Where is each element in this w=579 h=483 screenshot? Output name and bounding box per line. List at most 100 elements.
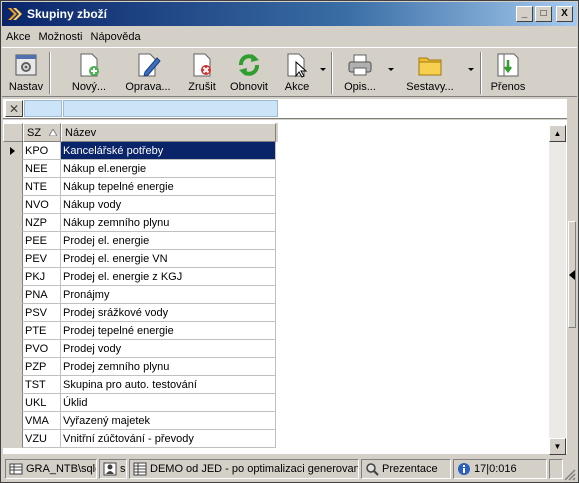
row-indicator[interactable] (3, 376, 23, 394)
table-row[interactable]: NEE Nákup el.energie (3, 160, 278, 178)
scroll-up-button[interactable]: ▲ (549, 125, 566, 142)
cell-name[interactable]: Nákup tepelné energie (61, 178, 276, 196)
cell-sz[interactable]: PZP (23, 358, 61, 376)
cell-name[interactable]: Prodej zemního plynu (61, 358, 276, 376)
table-row[interactable]: VMA Vyřazený majetek (3, 412, 278, 430)
new-button[interactable]: Nový... (67, 50, 111, 96)
table-row[interactable]: PVO Prodej vody (3, 340, 278, 358)
row-indicator[interactable] (3, 142, 23, 160)
menu-moznosti[interactable]: Možnosti (34, 31, 86, 43)
cell-sz[interactable]: PSV (23, 304, 61, 322)
row-indicator[interactable] (3, 394, 23, 412)
cell-name[interactable]: Prodej tepelné energie (61, 322, 276, 340)
cell-name[interactable]: Nákup vody (61, 196, 276, 214)
table-row[interactable]: NVO Nákup vody (3, 196, 278, 214)
row-indicator[interactable] (3, 286, 23, 304)
cell-sz[interactable]: VZU (23, 430, 61, 448)
row-indicator[interactable] (3, 160, 23, 178)
table-row[interactable]: KPO Kancelářské potřeby (3, 142, 278, 160)
table-row[interactable]: PNA Pronájmy (3, 286, 278, 304)
filter-sz-input[interactable] (24, 100, 62, 117)
table-row[interactable]: PEV Prodej el. energie VN (3, 250, 278, 268)
cell-sz[interactable]: PVO (23, 340, 61, 358)
cell-sz[interactable]: NVO (23, 196, 61, 214)
menu-napoveda[interactable]: Nápověda (87, 31, 145, 43)
cell-sz[interactable]: NEE (23, 160, 61, 178)
table-row[interactable]: PTE Prodej tepelné energie (3, 322, 278, 340)
actions-button[interactable]: Akce (281, 50, 313, 96)
cell-sz[interactable]: PKJ (23, 268, 61, 286)
scroll-down-button[interactable]: ▼ (549, 438, 566, 455)
reports-dropdown-arrow[interactable] (468, 68, 474, 71)
vertical-scrollbar[interactable]: ▲ ▼ (549, 125, 566, 455)
column-header-name[interactable]: Název (61, 123, 276, 142)
cell-sz[interactable]: KPO (23, 142, 61, 160)
row-indicator[interactable] (3, 340, 23, 358)
transfer-button[interactable]: Přenos (488, 50, 528, 96)
cell-sz[interactable]: PEV (23, 250, 61, 268)
row-indicator[interactable] (3, 358, 23, 376)
cell-sz[interactable]: TST (23, 376, 61, 394)
row-indicator[interactable] (3, 196, 23, 214)
cell-name[interactable]: Nákup el.energie (61, 160, 276, 178)
panel-splitter[interactable] (568, 221, 576, 328)
cell-name[interactable]: Úklid (61, 394, 276, 412)
table-row[interactable]: NTE Nákup tepelné energie (3, 178, 278, 196)
filter-name-input[interactable] (63, 100, 278, 117)
actions-dropdown-arrow[interactable] (320, 68, 326, 71)
close-button[interactable]: X (556, 6, 573, 22)
cell-name[interactable]: Nákup zemního plynu (61, 214, 276, 232)
table-row[interactable]: PKJ Prodej el. energie z KGJ (3, 268, 278, 286)
table-row[interactable]: PSV Prodej srážkové vody (3, 304, 278, 322)
cell-name[interactable]: Vnitřní zúčtování - převody (61, 430, 276, 448)
edit-button[interactable]: Oprava... (121, 50, 175, 96)
reports-button[interactable]: Sestavy... (402, 50, 458, 96)
table-row[interactable]: UKL Úklid (3, 394, 278, 412)
row-indicator[interactable] (3, 430, 23, 448)
table-row[interactable]: NZP Nákup zemního plynu (3, 214, 278, 232)
grid-area: SZ Název KPO Kancelářské potřeby NEE Nákup … (3, 120, 567, 454)
cell-sz[interactable]: VMA (23, 412, 61, 430)
cell-sz[interactable]: PNA (23, 286, 61, 304)
cell-name[interactable]: Prodej srážkové vody (61, 304, 276, 322)
cell-sz[interactable]: PEE (23, 232, 61, 250)
table-row[interactable]: TST Skupina pro auto. testování (3, 376, 278, 394)
cell-name[interactable]: Prodej el. energie VN (61, 250, 276, 268)
print-dropdown-arrow[interactable] (388, 68, 394, 71)
cell-name[interactable]: Pronájmy (61, 286, 276, 304)
resize-grip-icon[interactable] (564, 469, 576, 481)
grid-header: SZ Název (3, 123, 278, 142)
cell-name[interactable]: Kancelářské potřeby (61, 142, 276, 160)
cell-name[interactable]: Prodej el. energie z KGJ (61, 268, 276, 286)
maximize-button[interactable]: □ (535, 6, 552, 22)
refresh-button[interactable]: Obnovit (228, 50, 270, 96)
row-indicator[interactable] (3, 304, 23, 322)
table-row[interactable]: VZU Vnitřní zúčtování - převody (3, 430, 278, 448)
column-header-sz[interactable]: SZ (23, 123, 61, 142)
row-indicator[interactable] (3, 250, 23, 268)
cell-sz[interactable]: NTE (23, 178, 61, 196)
cell-sz[interactable]: PTE (23, 322, 61, 340)
row-indicator[interactable] (3, 232, 23, 250)
printer-icon (348, 54, 372, 76)
row-indicator[interactable] (3, 268, 23, 286)
title-bar[interactable]: Skupiny zboží _ □ X (2, 2, 577, 26)
row-indicator[interactable] (3, 214, 23, 232)
row-indicator[interactable] (3, 412, 23, 430)
row-indicator[interactable] (3, 322, 23, 340)
minimize-button[interactable]: _ (516, 6, 533, 22)
table-row[interactable]: PEE Prodej el. energie (3, 232, 278, 250)
cell-name[interactable]: Vyřazený majetek (61, 412, 276, 430)
menu-akce[interactable]: Akce (2, 31, 34, 43)
cell-sz[interactable]: NZP (23, 214, 61, 232)
row-indicator[interactable] (3, 178, 23, 196)
cell-name[interactable]: Prodej vody (61, 340, 276, 358)
delete-button[interactable]: Zrušit (185, 50, 219, 96)
cell-sz[interactable]: UKL (23, 394, 61, 412)
clear-filter-button[interactable]: ✕ (5, 100, 23, 117)
cell-name[interactable]: Skupina pro auto. testování (61, 376, 276, 394)
cell-name[interactable]: Prodej el. energie (61, 232, 276, 250)
nastav-button[interactable]: Nastav (8, 50, 44, 96)
print-button[interactable]: Opis... (340, 50, 380, 96)
table-row[interactable]: PZP Prodej zemního plynu (3, 358, 278, 376)
